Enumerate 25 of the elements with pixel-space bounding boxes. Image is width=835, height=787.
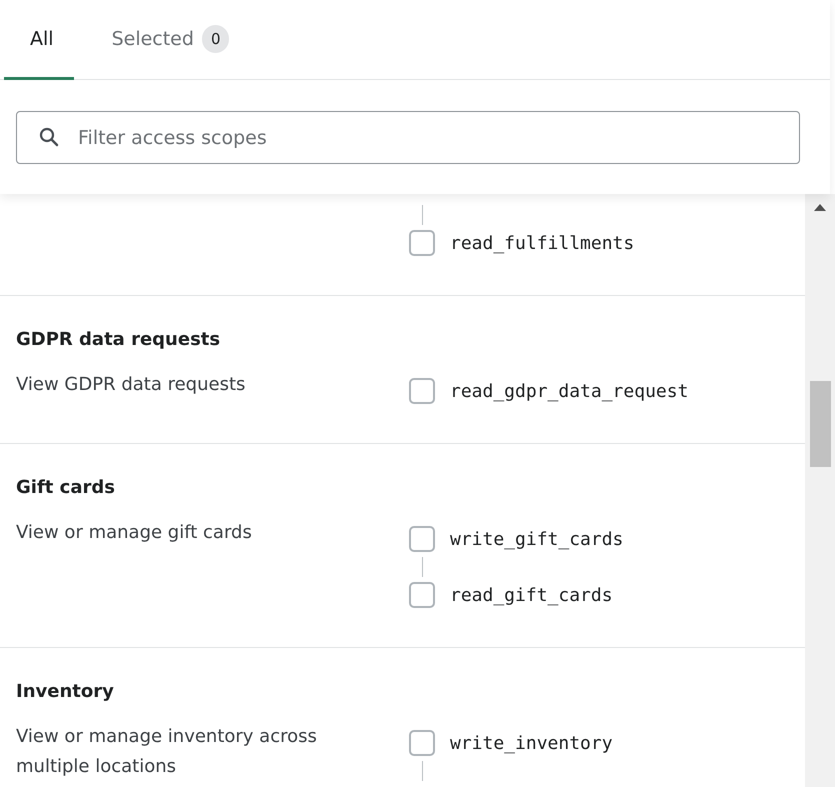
search-field[interactable]: Filter access scopes: [16, 111, 800, 164]
section-title: Gift cards: [16, 476, 116, 500]
scrollbar-thumb[interactable]: [810, 381, 830, 467]
search-icon: [39, 127, 59, 147]
count-badge: 0: [202, 24, 230, 52]
checkbox[interactable]: [409, 230, 435, 256]
section-title: Inventory: [16, 680, 115, 704]
connector-line: [422, 557, 423, 577]
section-title: GDPR data requests: [16, 328, 222, 352]
scope-name: read_gift_cards: [450, 584, 613, 606]
scrollbar[interactable]: [805, 194, 835, 787]
checkbox[interactable]: [409, 582, 435, 608]
tab[interactable]: All: [4, 0, 74, 80]
section-description: View GDPR data requests: [16, 373, 246, 397]
section-description: View or manage inventory across multiple locations: [16, 725, 318, 779]
section-description: View or manage gift cards: [16, 521, 253, 545]
scope-name: write_gift_cards: [450, 528, 624, 550]
checkbox[interactable]: [409, 730, 435, 756]
checkbox[interactable]: [409, 526, 435, 552]
scope-name: read_gdpr_data_request: [450, 380, 688, 402]
scroll-up-arrow-icon[interactable]: [814, 204, 826, 211]
tab[interactable]: Selected 0: [74, 0, 268, 80]
scope-name: write_inventory: [450, 732, 613, 754]
scope-name: read_fulfillments: [450, 232, 634, 254]
checkbox[interactable]: [409, 378, 435, 404]
